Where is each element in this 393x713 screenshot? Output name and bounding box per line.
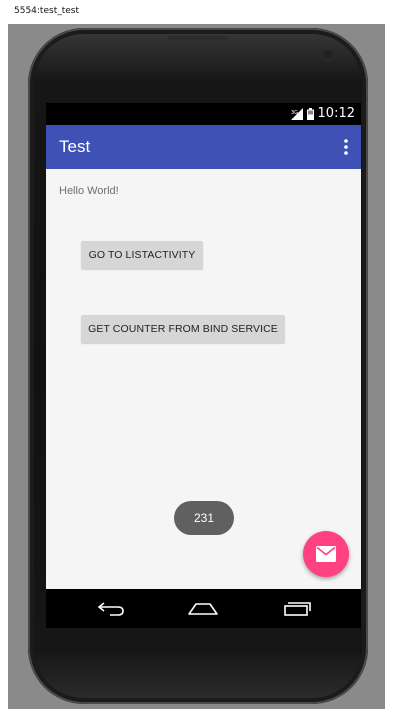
app-title: Test	[59, 137, 91, 156]
overflow-menu-button[interactable]	[343, 138, 349, 156]
bottom-speaker	[148, 678, 248, 682]
counter-toast: 231	[174, 501, 234, 535]
network-type-label: 3G	[291, 110, 298, 116]
main-content: Hello World! GO TO LISTACTIVITY GET COUN…	[46, 169, 361, 589]
status-icons: 3G 10:12	[290, 106, 355, 121]
email-fab-button[interactable]	[303, 531, 349, 577]
emulator-frame: 3G 10:12 Test Hello World! GO TO LISTACT…	[8, 24, 385, 709]
window-title: 5554:test_test	[14, 6, 80, 16]
recent-apps-icon	[284, 602, 311, 616]
mobile-signal-icon: 3G	[290, 107, 303, 120]
home-button[interactable]	[186, 597, 220, 619]
email-icon	[316, 546, 336, 562]
navigation-bar	[46, 589, 361, 628]
get-counter-button[interactable]: GET COUNTER FROM BIND SERVICE	[81, 315, 285, 343]
home-icon	[188, 603, 218, 615]
status-time: 10:12	[317, 106, 355, 121]
status-bar: 3G 10:12	[46, 103, 361, 125]
hello-world-text: Hello World!	[59, 185, 119, 197]
recent-apps-button[interactable]	[279, 597, 313, 619]
device-screen: 3G 10:12 Test Hello World! GO TO LISTACT…	[46, 103, 361, 628]
back-icon	[97, 602, 124, 616]
front-camera	[323, 50, 333, 60]
app-toolbar: Test	[46, 125, 361, 169]
battery-icon	[306, 107, 314, 120]
phone-body: 3G 10:12 Test Hello World! GO TO LISTACT…	[28, 28, 368, 704]
more-vert-icon	[344, 139, 348, 155]
back-button[interactable]	[94, 597, 128, 619]
go-to-listactivity-button[interactable]: GO TO LISTACTIVITY	[81, 241, 203, 269]
top-speaker	[168, 36, 228, 40]
